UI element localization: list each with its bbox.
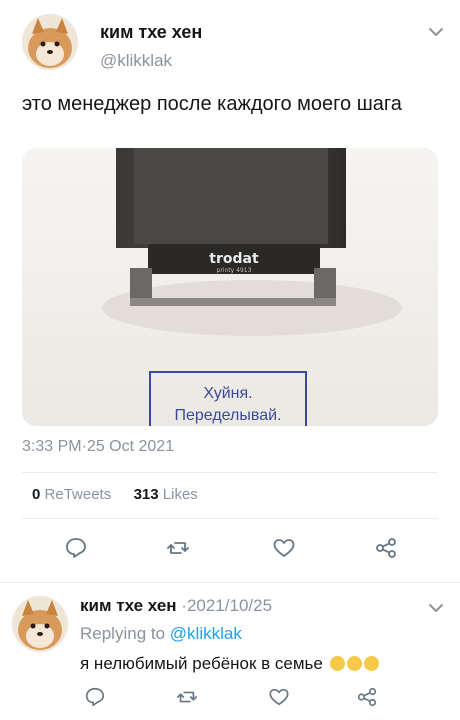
retweets-count[interactable]: 0 xyxy=(32,486,40,503)
emoji-icon xyxy=(346,656,362,671)
heart-icon[interactable] xyxy=(268,686,290,708)
retweet-icon[interactable] xyxy=(176,686,198,708)
share-icon[interactable] xyxy=(356,686,378,708)
reply-tweet[interactable]: ким тхе хен ·2021/10/25 Replying to @kli… xyxy=(0,584,460,720)
reply-text: я нелюбимый ребёнок в семье xyxy=(80,654,379,674)
chevron-down-icon[interactable] xyxy=(426,24,446,40)
tweet-actions xyxy=(22,532,438,564)
tweet-text: это менеджер после каждого моего шага xyxy=(22,93,402,115)
emoji-icon xyxy=(329,656,345,671)
share-icon[interactable] xyxy=(374,536,398,560)
tweet-stats: 0 ReTweets 313 Likes xyxy=(32,486,198,503)
stamp-model: printy 4913 xyxy=(217,267,252,274)
divider xyxy=(22,472,438,473)
reply-avatar[interactable] xyxy=(12,596,68,652)
reply-author-name[interactable]: ким тхе хен xyxy=(80,596,177,615)
likes-count[interactable]: 313 xyxy=(134,486,159,503)
replying-prefix: Replying to xyxy=(80,624,166,643)
stamp-text-line2: Переделывай. xyxy=(175,407,282,424)
replying-to: Replying to @klikklak xyxy=(80,624,242,644)
divider xyxy=(22,518,438,519)
tweet-image[interactable]: trodat printy 4913 Хуйня. Переделывай. xyxy=(22,148,438,426)
stamp-brand: trodat xyxy=(209,251,259,267)
author-avatar[interactable] xyxy=(22,14,78,70)
replying-mention[interactable]: @klikklak xyxy=(170,624,242,643)
reply-text-content: я нелюбимый ребёнок в семье xyxy=(80,654,323,673)
tweet-header: ким тхе хен @klikklak xyxy=(22,14,446,78)
reply-header: ким тхе хен ·2021/10/25 xyxy=(80,596,272,616)
reply-date[interactable]: ·2021/10/25 xyxy=(181,596,272,615)
author-handle[interactable]: @klikklak xyxy=(100,51,172,71)
chevron-down-icon[interactable] xyxy=(426,600,446,616)
heart-icon[interactable] xyxy=(272,536,296,560)
stamp-text-line1: Хуйня. xyxy=(203,385,252,402)
emoji-icon xyxy=(363,656,379,671)
likes-label[interactable]: Likes xyxy=(163,486,198,503)
reply-icon[interactable] xyxy=(84,686,106,708)
retweets-label[interactable]: ReTweets xyxy=(45,486,112,503)
author-name[interactable]: ким тхе хен xyxy=(100,22,202,43)
divider xyxy=(0,582,460,583)
tweet-timestamp[interactable]: 3:33 PM·25 Oct 2021 xyxy=(22,438,174,456)
reply-actions xyxy=(80,684,440,712)
retweet-icon[interactable] xyxy=(166,536,190,560)
reply-icon[interactable] xyxy=(64,536,88,560)
